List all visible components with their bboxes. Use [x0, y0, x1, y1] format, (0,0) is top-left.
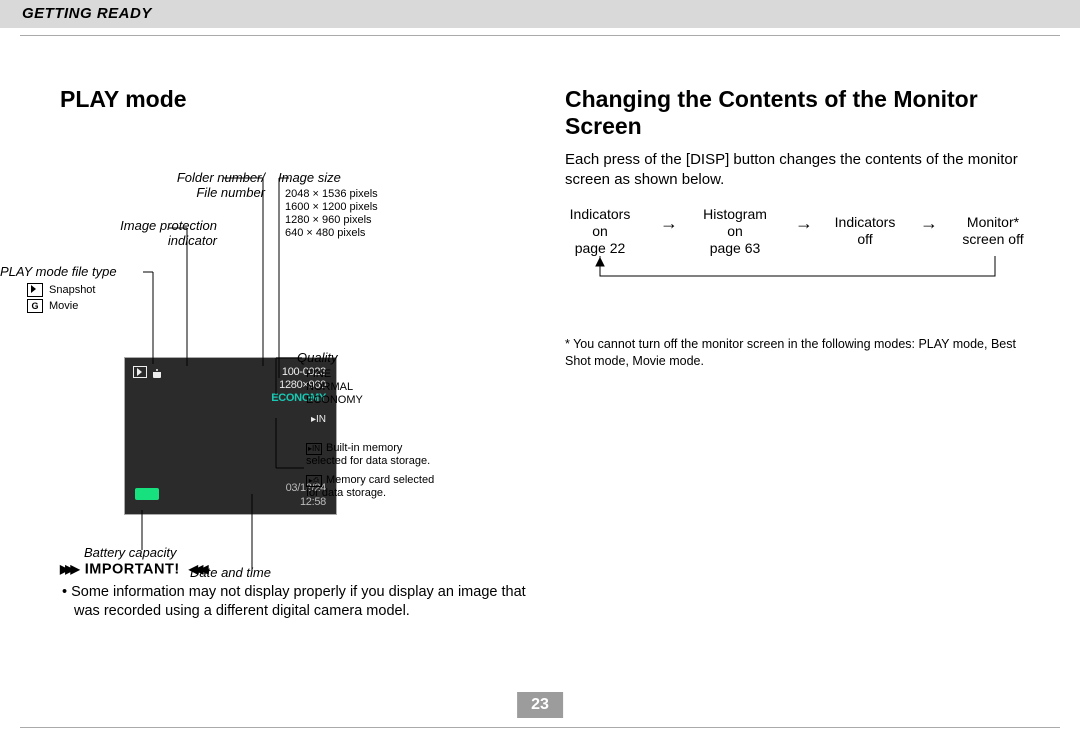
protection-icon — [151, 366, 163, 378]
image-size-list: 2048 × 1536 pixels 1600 × 1200 pixels 12… — [285, 188, 378, 240]
label-image-size: Image size — [278, 170, 341, 185]
important-heading: IMPORTANT! — [85, 561, 180, 577]
quality-list: FINE NORMAL ECONOMY — [306, 368, 363, 407]
battery-icon — [135, 488, 159, 500]
footnote: * You cannot turn off the monitor screen… — [565, 336, 1040, 370]
snapshot-icon — [27, 283, 43, 297]
snapshot-icon — [133, 366, 147, 378]
important-text: Some information may not display properl… — [71, 584, 526, 619]
arrow-icon: → — [660, 214, 678, 232]
flow-indicators-on: Indicators on page 22 — [550, 206, 650, 257]
play-mode-title: PLAY mode — [60, 86, 520, 113]
internal-memory-icon: ▸IN — [306, 443, 322, 455]
filetype-list: Snapshot G Movie — [27, 282, 95, 314]
divider-bottom — [20, 727, 1060, 728]
callout-lines — [0, 50, 540, 610]
arrow-icon: → — [920, 214, 938, 232]
disp-flow-diagram: Indicators on page 22 → Histogram on pag… — [565, 206, 1040, 296]
label-battery: Battery capacity — [84, 545, 177, 560]
label-filetype: PLAY mode file type — [0, 264, 117, 279]
important-block: ▶▶▶ IMPORTANT! ◀◀◀ • Some information ma… — [60, 560, 530, 621]
label-quality: Quality — [297, 350, 337, 365]
changing-contents-title: Changing the Contents of the Monitor Scr… — [565, 86, 1040, 140]
movie-icon: G — [27, 299, 43, 313]
flow-indicators-off: Indicators off — [815, 214, 915, 248]
storage-icon: ▸IN — [311, 414, 326, 425]
filetype-item: Snapshot — [49, 284, 95, 296]
label-folder-file: Folder number/ File number — [95, 170, 265, 200]
divider-top — [20, 35, 1060, 36]
page-number: 23 — [517, 692, 563, 718]
label-protection: Image protection indicator — [47, 218, 217, 248]
flow-histogram-on: Histogram on page 63 — [685, 206, 785, 257]
chevrons-left-icon: ◀◀◀ — [189, 560, 205, 579]
changing-contents-intro: Each press of the [DISP] button changes … — [565, 150, 1040, 190]
section-header: GETTING READY — [0, 0, 1080, 28]
storage-list: ▸INBuilt-in memory selected for data sto… — [306, 442, 436, 500]
filetype-item: Movie — [49, 300, 78, 312]
chevrons-right-icon: ▶▶▶ — [60, 560, 76, 579]
flow-monitor-off: Monitor* screen off — [943, 214, 1043, 248]
memory-card-icon: ▸⎙ — [306, 475, 322, 487]
arrow-icon: → — [795, 214, 813, 232]
